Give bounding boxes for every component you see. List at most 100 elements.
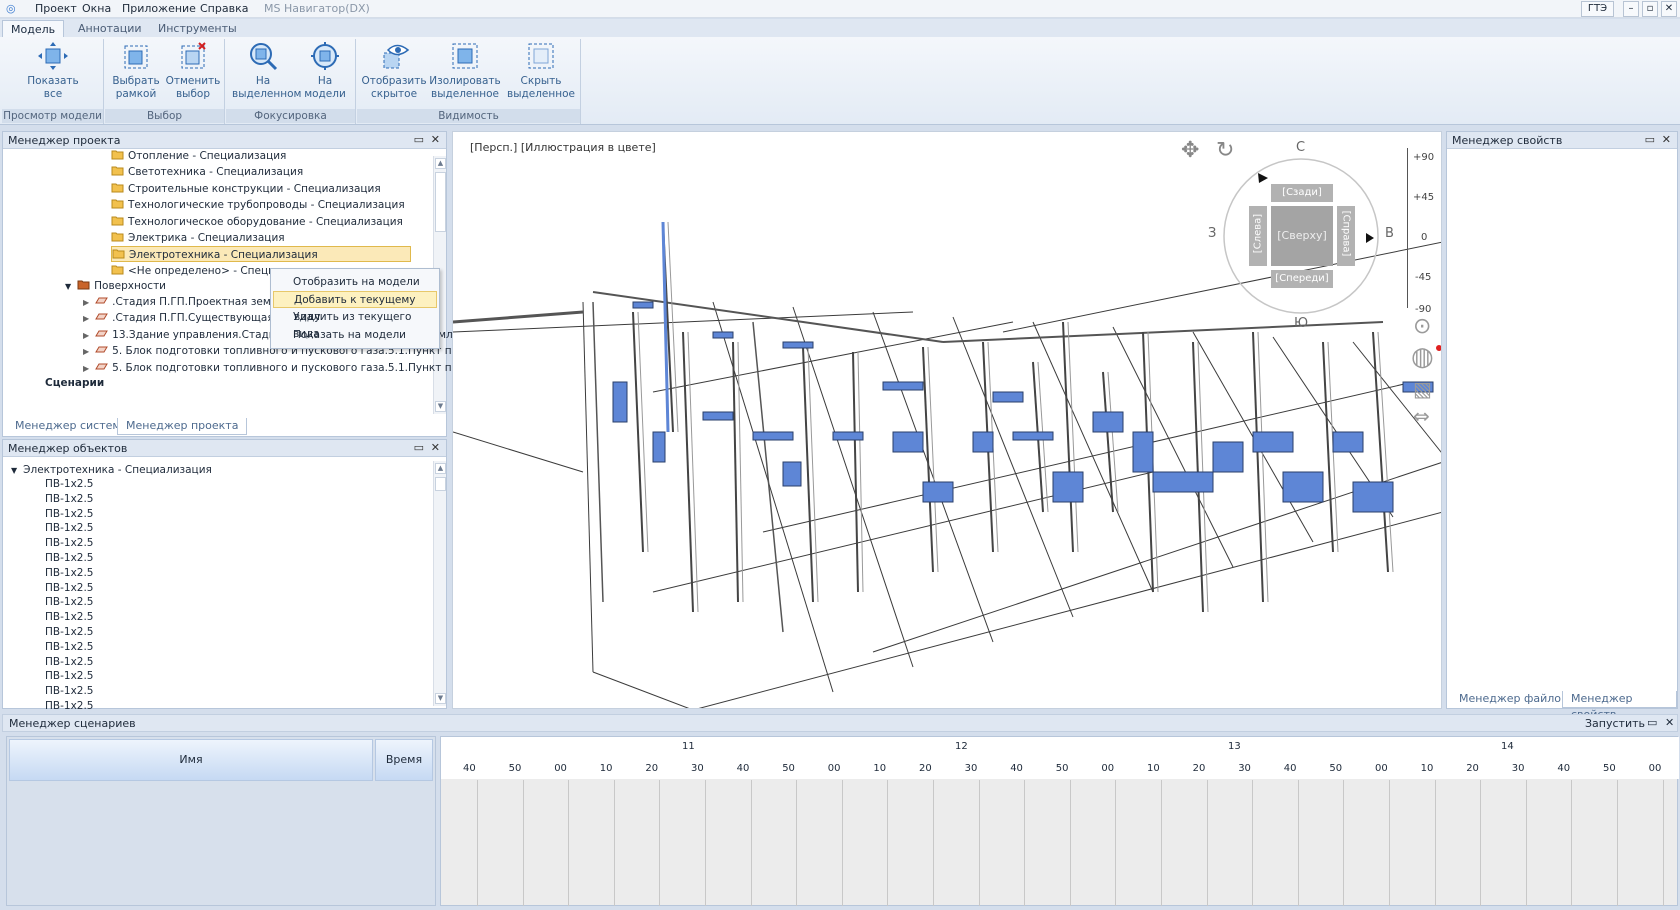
tab-system-manager[interactable]: Менеджер систем <box>7 418 129 435</box>
isolate-selected-button[interactable]: Изолировать выделенное <box>429 41 501 101</box>
scroll-thumb[interactable] <box>435 477 446 491</box>
collapse-icon[interactable]: ▼ <box>65 282 71 291</box>
close-panel-icon[interactable]: ✕ <box>431 133 440 146</box>
section-box-icon[interactable]: ▧ <box>1413 377 1432 401</box>
cancel-selection-button[interactable]: Отменить выбор <box>165 41 221 101</box>
measure-icon[interactable]: ⇔ <box>1413 404 1430 428</box>
cube-face-right[interactable]: [Справа] <box>1337 206 1355 266</box>
expand-icon[interactable]: ▶ <box>83 298 89 307</box>
equipment-block <box>922 481 954 503</box>
object-list-item[interactable]: ПВ-1х2.5 <box>45 625 93 639</box>
menu-item-highlight-on-model[interactable]: Показать на модели <box>273 327 437 344</box>
scroll-down-icon[interactable]: ▼ <box>435 401 446 412</box>
object-list-item[interactable]: ПВ-1х2.5 <box>45 581 93 595</box>
object-manager-title: Менеджер объектов <box>8 442 128 455</box>
surface-item[interactable]: ▶ .Стадия П.ГП.Проектная земля <box>83 294 284 310</box>
tab-file-manager[interactable]: Менеджер файлов <box>1451 691 1576 708</box>
scenarios-node[interactable]: Сценарии <box>45 375 104 391</box>
project-tree-group-surfaces[interactable]: ▼ Поверхности <box>65 278 166 294</box>
pin-icon[interactable]: ▭ <box>414 133 424 146</box>
tab-annotations[interactable]: Аннотации <box>70 20 150 37</box>
object-list-item[interactable]: ПВ-1х2.5 <box>45 640 93 654</box>
pin-icon[interactable]: ▭ <box>1647 716 1657 729</box>
globe-icon[interactable]: ◍ <box>1411 342 1434 372</box>
object-tree-root[interactable]: ▼ Электротехника - Специализация <box>11 462 212 478</box>
surface-item[interactable]: ▶ 5. Блок подготовки топливного и пусково… <box>83 360 481 376</box>
project-tree-item[interactable]: Строительные конструкции - Специализация <box>111 181 381 197</box>
project-tree-item-label: Строительные конструкции - Специализация <box>128 182 381 195</box>
expand-icon[interactable]: ▶ <box>83 347 89 356</box>
close-panel-icon[interactable]: ✕ <box>431 441 440 454</box>
pin-icon[interactable]: ▭ <box>414 441 424 454</box>
cube-face-back[interactable]: [Сзади] <box>1271 184 1333 202</box>
timeline-gridline <box>1206 780 1208 906</box>
show-hidden-button[interactable]: Отобразить скрытое <box>361 41 427 101</box>
cube-face-top[interactable]: [Сверху] <box>1271 206 1333 266</box>
column-header-time[interactable]: Время <box>375 739 433 781</box>
collapse-icon[interactable]: ▼ <box>11 466 17 475</box>
expand-icon[interactable]: ▶ <box>83 314 89 323</box>
object-list-item[interactable]: ПВ-1х2.5 <box>45 536 93 550</box>
project-tree-item[interactable]: Технологическое оборудование - Специализ… <box>111 214 403 230</box>
pan-icon[interactable]: ✥ <box>1181 138 1199 163</box>
object-list-item[interactable]: ПВ-1х2.5 <box>45 684 93 698</box>
cube-face-front[interactable]: [Спереди] <box>1271 270 1333 288</box>
object-list-item[interactable]: ПВ-1х2.5 <box>45 610 93 624</box>
timeline[interactable]: 11 12 13 14 40 50 00 10 20 30 40 50 00 10 20 30 40 50 00 1… <box>440 736 1679 906</box>
minimize-button[interactable]: – <box>1623 1 1639 17</box>
menu-project[interactable]: Проект <box>35 2 77 15</box>
equipment-block <box>1052 471 1084 503</box>
scroll-down-icon[interactable]: ▼ <box>435 693 446 704</box>
expand-icon[interactable]: ▶ <box>83 364 89 373</box>
scroll-up-icon[interactable]: ▲ <box>435 158 446 169</box>
close-panel-icon[interactable]: ✕ <box>1662 133 1671 146</box>
object-list-item[interactable]: ПВ-1х2.5 <box>45 551 93 565</box>
run-button[interactable]: Запустить <box>1585 717 1645 730</box>
object-list-item[interactable]: ПВ-1х2.5 <box>45 492 93 506</box>
object-list-item[interactable]: ПВ-1х2.5 <box>45 566 93 580</box>
select-frame-button[interactable]: Выбрать рамкой <box>109 41 163 101</box>
object-list-item[interactable]: ПВ-1х2.5 <box>45 477 93 491</box>
object-list-item[interactable]: ПВ-1х2.5 <box>45 669 93 683</box>
project-tree-item[interactable]: Электротехника - Специализация <box>111 246 411 263</box>
column-header-name[interactable]: Имя <box>9 739 373 781</box>
close-panel-icon[interactable]: ✕ <box>1665 716 1674 729</box>
scroll-up-icon[interactable]: ▲ <box>435 463 446 474</box>
project-tree-item[interactable]: Электрика - Специализация <box>111 230 285 246</box>
pin-icon[interactable]: ▭ <box>1645 133 1655 146</box>
project-tree-item[interactable]: Отопление - Специализация <box>111 148 286 164</box>
object-list-item[interactable]: ПВ-1х2.5 <box>45 655 93 669</box>
close-button[interactable]: ✕ <box>1661 1 1677 17</box>
focus-selected-button[interactable]: На выделенном <box>232 41 301 101</box>
hide-selected-button[interactable]: Скрыть выделенное <box>507 41 575 101</box>
object-tree-scrollbar[interactable]: ▲ ▼ <box>433 461 446 706</box>
location-pin-icon[interactable]: ⊙ <box>1413 314 1431 339</box>
tab-project-manager[interactable]: Менеджер проекта <box>117 418 248 435</box>
object-list-item[interactable]: ПВ-1х2.5 <box>45 507 93 521</box>
pitch-scale[interactable]: +90 +45 0 -45 -90 <box>1407 148 1441 315</box>
focus-model-button[interactable]: На модели <box>298 41 352 101</box>
menu-item-remove-from-view[interactable]: Удалить из текущего вида <box>273 309 437 340</box>
menu-windows[interactable]: Окна <box>82 2 111 15</box>
menu-help[interactable]: Справка <box>200 2 248 15</box>
project-tree-item[interactable]: Технологические трубопроводы - Специализ… <box>111 197 405 213</box>
object-list-item[interactable]: ПВ-1х2.5 <box>45 595 93 609</box>
view-cube[interactable]: С Ю З В [Сзади] [Сверху] [Спереди] [Слев… <box>1208 140 1394 331</box>
menu-item-add-to-view[interactable]: Добавить к текущему виду <box>273 291 437 323</box>
menu-item-show-on-model[interactable]: Отобразить на модели <box>273 274 437 291</box>
user-badge[interactable]: ГТЭ <box>1581 1 1614 17</box>
project-tree-item[interactable]: <Не определено> - Специал <box>111 263 288 279</box>
tab-properties-manager[interactable]: Менеджер свойств <box>1562 691 1677 721</box>
project-tree-item[interactable]: Светотехника - Специализация <box>111 164 303 180</box>
show-all-button[interactable]: Показать все <box>18 41 88 101</box>
cube-face-left[interactable]: [Слева] <box>1249 206 1267 266</box>
maximize-button[interactable]: ▫ <box>1642 1 1658 17</box>
tab-model[interactable]: Модель <box>2 20 65 37</box>
menu-application[interactable]: Приложение <box>122 2 196 15</box>
model-viewport[interactable]: [Персп.] [Иллюстрация в цвете] ✥ ↻ С Ю З… <box>452 131 1442 709</box>
object-list-item[interactable]: ПВ-1х2.5 <box>45 521 93 535</box>
tab-tools[interactable]: Инструменты <box>150 20 245 37</box>
expand-icon[interactable]: ▶ <box>83 331 89 340</box>
scroll-thumb[interactable] <box>435 172 446 232</box>
object-list-item[interactable]: ПВ-1х2.5 <box>45 699 93 713</box>
